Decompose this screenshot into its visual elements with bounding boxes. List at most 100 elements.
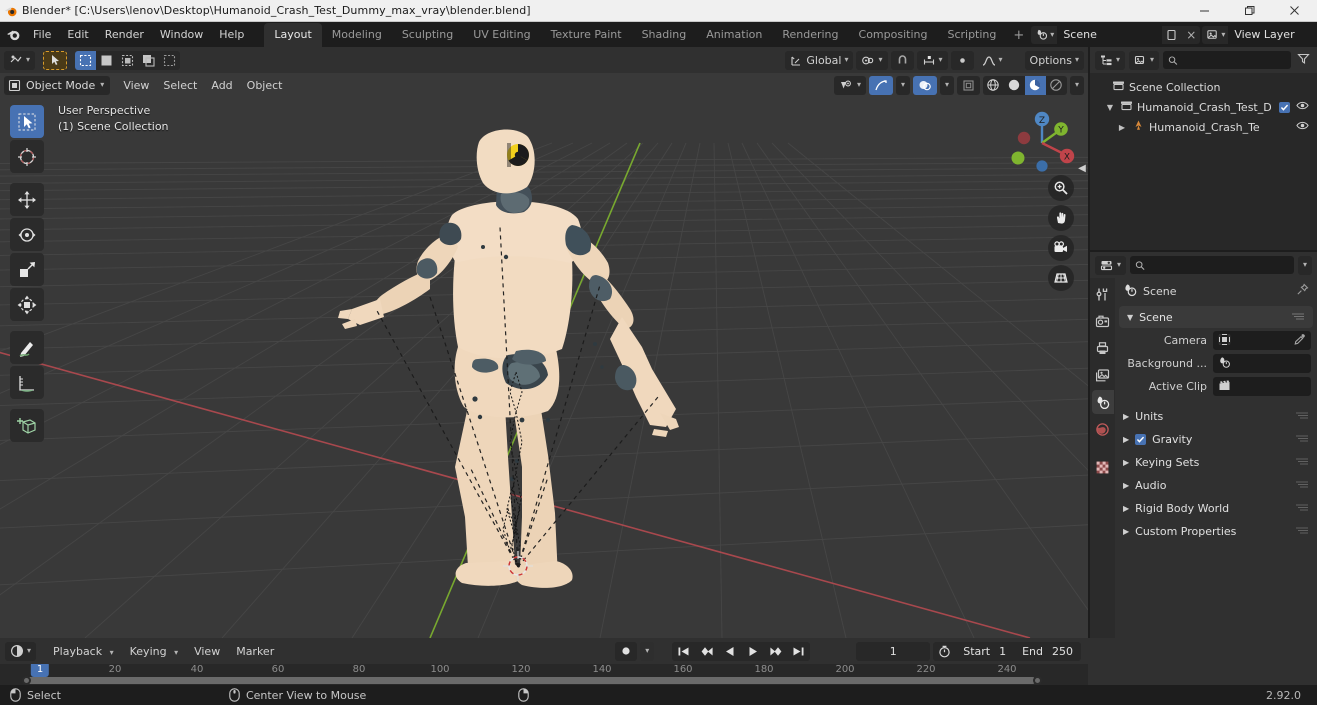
- outliner-row-humanoid-collection[interactable]: ▼ Humanoid_Crash_Test_D: [1090, 97, 1317, 117]
- outliner-row-humanoid-object[interactable]: ▶ Humanoid_Crash_Te: [1090, 117, 1317, 137]
- properties-tab-tool[interactable]: [1092, 282, 1114, 306]
- tweak-select-tool[interactable]: [10, 105, 44, 138]
- gizmo-toggle-button[interactable]: [868, 75, 893, 95]
- timeline-menu-keying[interactable]: Keying ▾: [123, 643, 185, 660]
- tab-texture-paint[interactable]: Texture Paint: [541, 23, 632, 47]
- viewport-menu-object[interactable]: Object: [240, 77, 290, 94]
- proportional-edit-button[interactable]: [950, 50, 974, 70]
- overlays-toggle-button[interactable]: [912, 75, 937, 95]
- minimize-button[interactable]: [1182, 0, 1227, 22]
- tab-animation[interactable]: Animation: [696, 23, 772, 47]
- measure-tool[interactable]: [10, 366, 44, 399]
- menu-window[interactable]: Window: [152, 25, 211, 44]
- maximize-button[interactable]: [1227, 0, 1272, 22]
- tab-scripting[interactable]: Scripting: [937, 23, 1006, 47]
- shading-mode-group[interactable]: [982, 75, 1067, 95]
- overlays-options-button[interactable]: ▾: [939, 75, 954, 95]
- scene-name-field[interactable]: Scene: [1057, 25, 1163, 44]
- tweak-tool-indicator[interactable]: [43, 50, 68, 70]
- pivot-point-button[interactable]: ▾: [856, 50, 888, 70]
- tab-rendering[interactable]: Rendering: [772, 23, 848, 47]
- properties-tab-texture[interactable]: [1092, 455, 1114, 479]
- properties-editor[interactable]: ▾ ▾ Scene ▼ Scene Camera Background ... …: [1090, 252, 1317, 638]
- panel-rigid-body-world[interactable]: ▶ Rigid Body World: [1115, 497, 1317, 520]
- shading-material-preview-icon[interactable]: [1024, 75, 1046, 95]
- annotate-tool[interactable]: [10, 331, 44, 364]
- scene-panel-header[interactable]: ▼ Scene: [1119, 306, 1313, 328]
- rotate-tool[interactable]: [10, 218, 44, 251]
- timeline-menu-view[interactable]: View: [187, 643, 227, 660]
- collection-enable-checkbox[interactable]: [1279, 101, 1290, 113]
- shading-rendered-icon[interactable]: [1046, 76, 1067, 95]
- outliner-expand-collection[interactable]: ▼: [1104, 103, 1116, 112]
- jump-to-next-keyframe-button[interactable]: [764, 642, 787, 661]
- tab-modeling[interactable]: Modeling: [322, 23, 392, 47]
- use-preview-range-icon[interactable]: [933, 645, 955, 658]
- select-subtract-icon[interactable]: [117, 51, 138, 70]
- pin-icon[interactable]: [1296, 283, 1309, 299]
- shading-wireframe-icon[interactable]: [983, 76, 1004, 95]
- properties-search-input[interactable]: [1149, 258, 1289, 272]
- timeline-scroll-left-handle[interactable]: [22, 676, 31, 685]
- move-tool[interactable]: [10, 183, 44, 216]
- view-layer-name-field[interactable]: View Layer: [1228, 25, 1317, 44]
- jump-to-start-button[interactable]: [672, 642, 695, 661]
- tab-shading[interactable]: Shading: [632, 23, 697, 47]
- tab-compositing[interactable]: Compositing: [849, 23, 938, 47]
- panel-units[interactable]: ▶ Units: [1115, 405, 1317, 428]
- timeline-scroll-right-handle[interactable]: [1033, 676, 1042, 685]
- panel-custom-properties[interactable]: ▶ Custom Properties: [1115, 520, 1317, 543]
- timeline-editor[interactable]: ▾ Playback ▾ Keying ▾ View Marker ▾ 1 St…: [0, 638, 1088, 685]
- select-extend-icon[interactable]: [96, 51, 117, 70]
- 3d-viewport[interactable]: ▾ Global ▾ ▾ ▾ ▾ Options ▾ Object Mode ▾…: [0, 47, 1088, 638]
- properties-editor-type-button[interactable]: ▾: [1095, 255, 1127, 275]
- tab-uv-editing[interactable]: UV Editing: [463, 23, 540, 47]
- scale-tool[interactable]: [10, 253, 44, 286]
- toggle-ortho-icon[interactable]: [1048, 265, 1074, 291]
- timeline-menu-playback[interactable]: Playback ▾: [46, 643, 121, 660]
- pan-view-icon[interactable]: [1048, 205, 1074, 231]
- timeline-menu-marker[interactable]: Marker: [229, 643, 281, 660]
- select-invert-icon[interactable]: [138, 51, 159, 70]
- new-scene-button[interactable]: [1162, 25, 1183, 44]
- timeline-editor-type-button[interactable]: ▾: [5, 641, 37, 661]
- jump-to-end-button[interactable]: [787, 642, 810, 661]
- snap-magnet-button[interactable]: [890, 50, 914, 70]
- object-mode-dropdown[interactable]: Object Mode ▾: [4, 75, 111, 95]
- outliner-editor[interactable]: ▾ ▾ Scene Collection ▼ Humanoid_Crash_Te…: [1090, 47, 1317, 250]
- select-mode-group[interactable]: [75, 50, 181, 70]
- background-scene-field[interactable]: [1213, 354, 1311, 373]
- editor-type-button[interactable]: ▾: [4, 50, 36, 70]
- properties-options-button[interactable]: ▾: [1297, 255, 1312, 275]
- select-set-icon[interactable]: [75, 50, 97, 70]
- tab-layout[interactable]: Layout: [264, 23, 322, 47]
- shading-options-button[interactable]: ▾: [1069, 75, 1084, 95]
- blender-logo-icon[interactable]: [6, 24, 21, 46]
- play-button[interactable]: [741, 642, 764, 661]
- hide-in-viewport-eye-icon[interactable]: [1296, 120, 1309, 134]
- transform-tool[interactable]: [10, 288, 44, 321]
- outliner-row-scene-collection[interactable]: Scene Collection: [1090, 77, 1317, 97]
- tab-sculpting[interactable]: Sculpting: [392, 23, 463, 47]
- xray-toggle-button[interactable]: [956, 75, 980, 95]
- add-cube-tool[interactable]: [10, 409, 44, 442]
- gravity-checkbox[interactable]: [1135, 434, 1147, 445]
- current-frame-field[interactable]: 1: [856, 641, 931, 661]
- outliner-editor-type-button[interactable]: ▾: [1095, 50, 1126, 70]
- hide-in-viewport-eye-icon[interactable]: [1296, 100, 1309, 114]
- auto-keying-options-button[interactable]: ▾: [640, 641, 655, 661]
- select-intersect-icon[interactable]: [159, 51, 180, 70]
- add-workspace-button[interactable]: +: [1006, 24, 1031, 47]
- active-clip-field[interactable]: [1213, 377, 1311, 396]
- panel-keying-sets[interactable]: ▶ Keying Sets: [1115, 451, 1317, 474]
- view-layer-browse-button[interactable]: ▾: [1202, 25, 1229, 44]
- zoom-view-icon[interactable]: [1048, 175, 1074, 201]
- outliner-display-mode-button[interactable]: ▾: [1129, 50, 1160, 70]
- panel-gravity[interactable]: ▶ Gravity: [1115, 428, 1317, 451]
- cursor-tool[interactable]: [10, 140, 44, 173]
- outliner-search-box[interactable]: [1163, 51, 1291, 69]
- properties-tab-output[interactable]: [1092, 336, 1114, 360]
- outliner-expand-object[interactable]: ▶: [1116, 123, 1128, 132]
- snap-target-button[interactable]: ▾: [916, 50, 948, 70]
- timeline-scrollbar-area[interactable]: [0, 676, 1088, 685]
